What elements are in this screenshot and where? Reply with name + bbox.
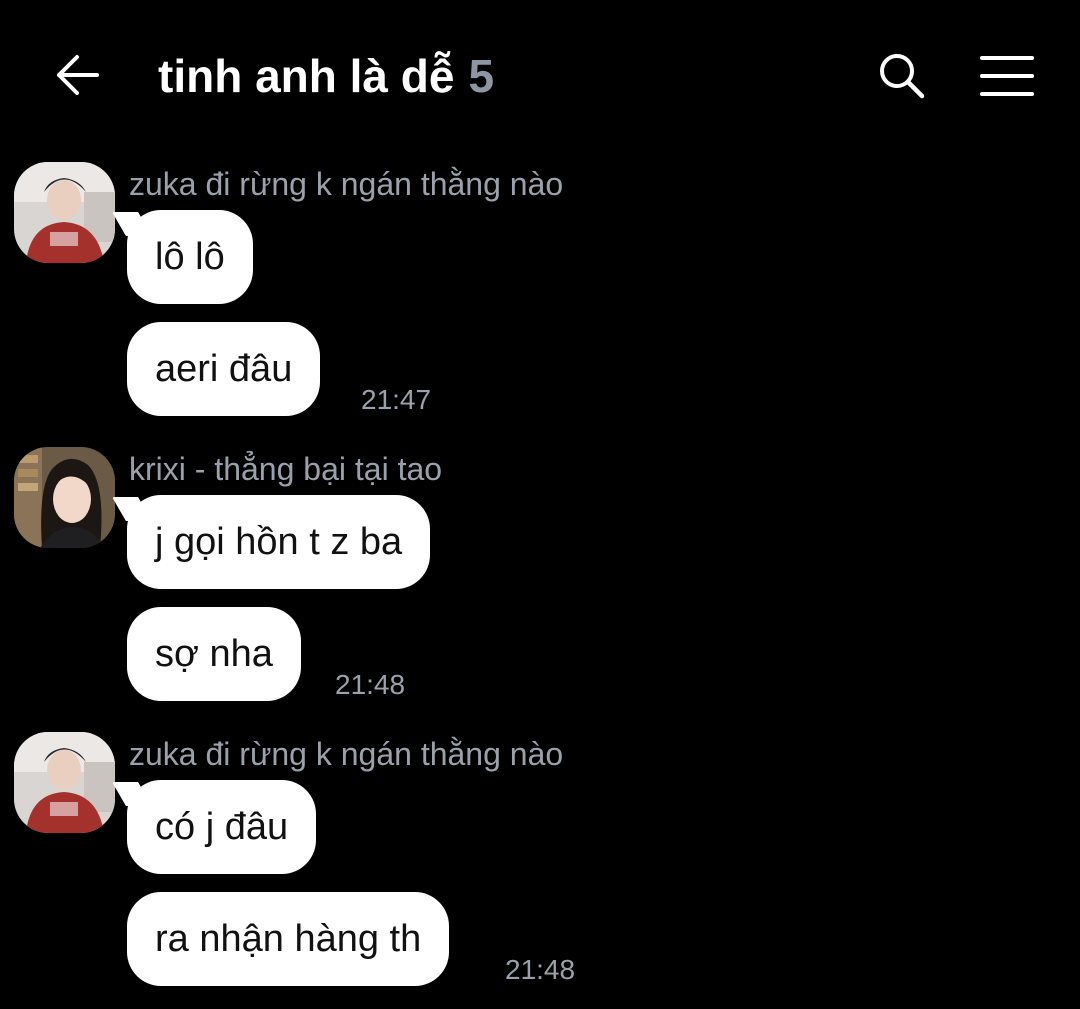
- message-bubble[interactable]: có j đâu: [127, 780, 317, 874]
- chat-title: tinh anh là dễ: [158, 50, 455, 102]
- chat-title-wrap: tinh anh là dễ 5: [158, 44, 494, 108]
- search-icon: [880, 54, 925, 99]
- message-bubble[interactable]: ra nhận hàng th: [127, 892, 450, 986]
- message-timestamp: 21:48: [505, 954, 576, 985]
- arrow-left-icon: [57, 55, 99, 95]
- avatar-zuka: [14, 162, 115, 263]
- hamburger-menu-icon: [980, 56, 1034, 96]
- message-bubble[interactable]: aeri đâu: [127, 322, 321, 416]
- menu-button[interactable]: [976, 46, 1038, 106]
- avatar[interactable]: [14, 447, 115, 548]
- avatar[interactable]: [14, 162, 115, 263]
- search-button[interactable]: [872, 46, 932, 106]
- back-button[interactable]: [50, 48, 104, 102]
- message-timestamp: 21:48: [335, 669, 406, 700]
- sender-name: zuka đi rừng k ngán thằng nào: [129, 736, 564, 772]
- chat-header: tinh anh là dễ 5: [0, 0, 1080, 150]
- avatar-zuka: [14, 732, 115, 833]
- sender-name: zuka đi rừng k ngán thằng nào: [129, 166, 564, 202]
- message-bubble[interactable]: sợ nha: [127, 607, 301, 701]
- avatar-krixi: [14, 447, 115, 548]
- member-count: 5: [468, 50, 495, 102]
- message-bubble[interactable]: lô lô: [127, 210, 253, 304]
- sender-name: krixi - thẳng bại tại tao: [129, 451, 443, 487]
- message-timestamp: 21:47: [361, 384, 432, 415]
- message-bubble[interactable]: j gọi hồn t z ba: [127, 495, 431, 589]
- avatar[interactable]: [14, 732, 115, 833]
